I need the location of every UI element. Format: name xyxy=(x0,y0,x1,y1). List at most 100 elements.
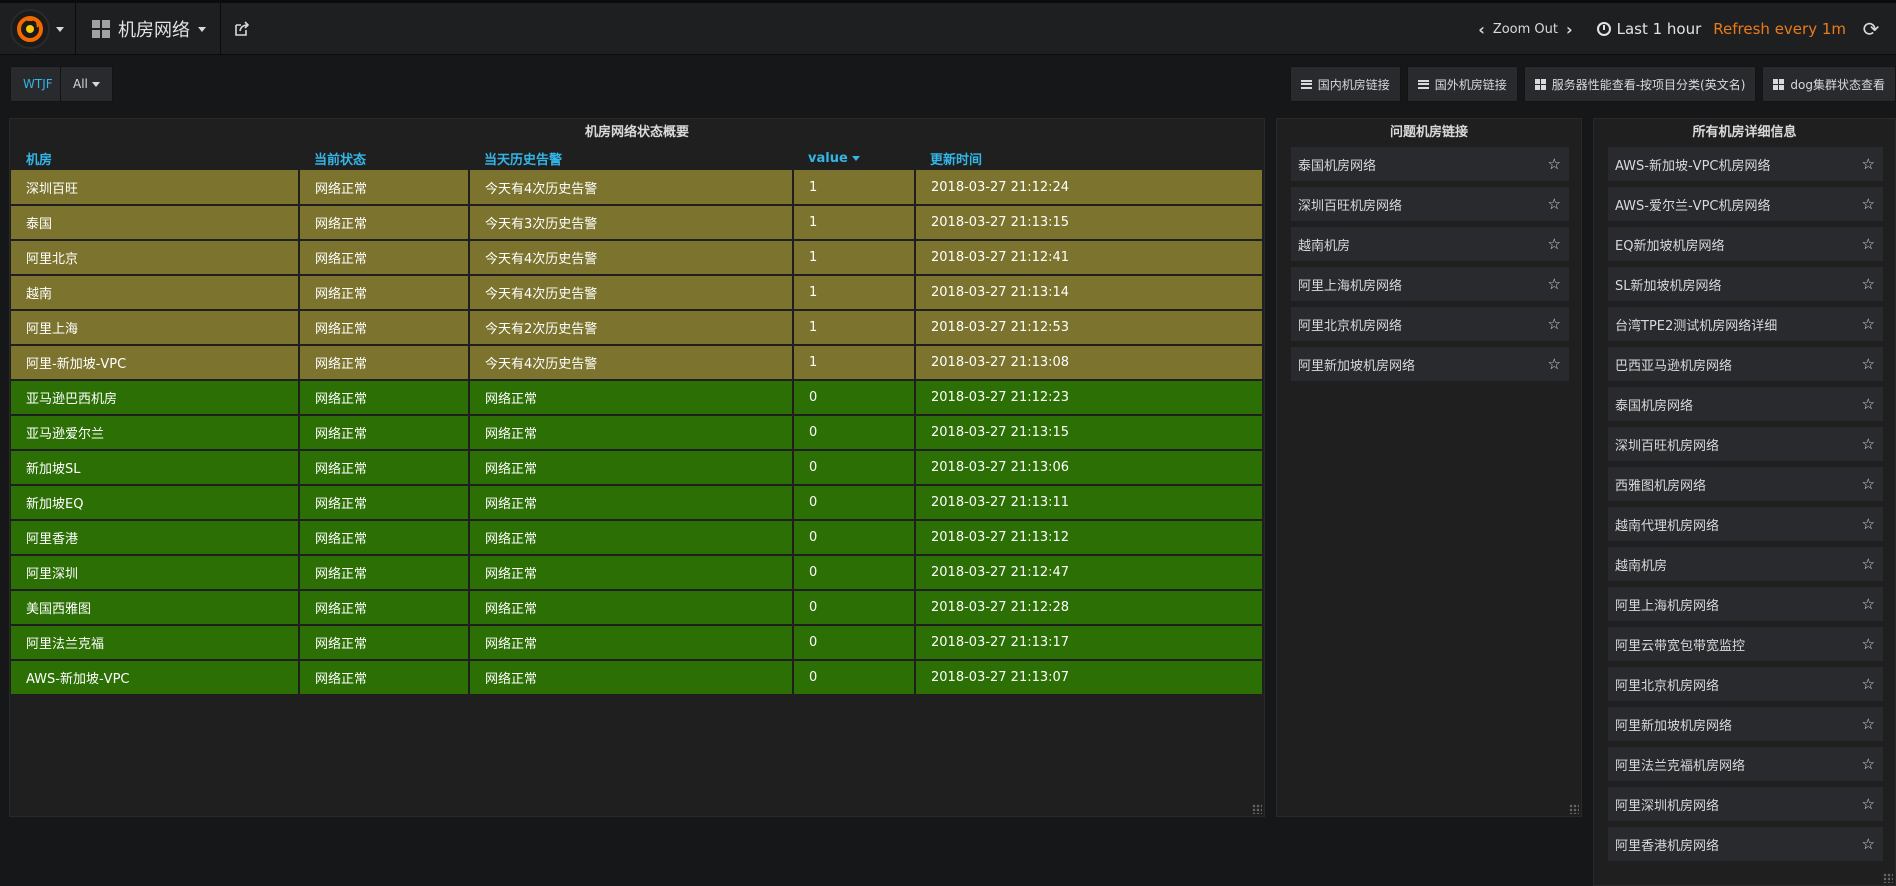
table-cell-value: 0 xyxy=(793,415,916,451)
column-header-value[interactable]: value xyxy=(793,147,915,170)
star-icon[interactable]: ☆ xyxy=(1862,635,1875,653)
table-cell-value: 1 xyxy=(793,275,916,311)
table-cell-time: 2018-03-27 21:12:28 xyxy=(915,590,1264,626)
dashboard-picker[interactable]: 机房网络 xyxy=(78,3,221,55)
dashboard-link-label: 阿里云带宽包带宽监控 xyxy=(1615,638,1746,654)
dashboard-list-item[interactable]: 阿里上海机房网络 ☆ xyxy=(1608,587,1883,621)
variable-dropdown[interactable]: All xyxy=(60,66,113,102)
chevron-down-icon xyxy=(91,81,100,87)
table-row: 亚马逊爱尔兰 网络正常 网络正常 0 2018-03-27 21:13:15 xyxy=(11,415,1264,451)
dashboard-list-item[interactable]: 泰国机房网络 ☆ xyxy=(1291,147,1569,181)
link-domestic-rooms[interactable]: 国内机房链接 xyxy=(1289,66,1401,102)
chevron-right-icon[interactable]: › xyxy=(1558,20,1581,39)
table-cell-state: 网络正常 xyxy=(299,660,470,696)
star-icon[interactable]: ☆ xyxy=(1548,275,1561,293)
panel-title[interactable]: 问题机房链接 xyxy=(1277,119,1581,147)
star-icon[interactable]: ☆ xyxy=(1862,155,1875,173)
refresh-interval[interactable]: Refresh every 1m xyxy=(1713,20,1846,38)
dashboard-link-label: 深圳百旺机房网络 xyxy=(1615,438,1720,454)
star-icon[interactable]: ☆ xyxy=(1862,755,1875,773)
share-button[interactable] xyxy=(222,3,262,55)
star-icon[interactable]: ☆ xyxy=(1862,675,1875,693)
star-icon[interactable]: ☆ xyxy=(1862,195,1875,213)
table-cell-room: 阿里上海 xyxy=(11,310,300,346)
resize-handle[interactable] xyxy=(1252,804,1262,814)
star-icon[interactable]: ☆ xyxy=(1548,195,1561,213)
dashboard-list-item[interactable]: 越南机房 ☆ xyxy=(1291,227,1569,261)
dashboard-list-item[interactable]: EQ新加坡机房网络 ☆ xyxy=(1608,227,1883,261)
star-icon[interactable]: ☆ xyxy=(1548,155,1561,173)
table-cell-state: 网络正常 xyxy=(299,415,470,451)
link-foreign-rooms[interactable]: 国外机房链接 xyxy=(1406,66,1518,102)
resize-handle[interactable] xyxy=(1883,873,1893,883)
dashboard-list-item[interactable]: 阿里深圳机房网络 ☆ xyxy=(1608,787,1883,821)
dashboard-list-item[interactable]: 阿里云带宽包带宽监控 ☆ xyxy=(1608,627,1883,661)
status-table: 机房 当前状态 当天历史告警 value 更新时间 深圳百旺 网络正常 今天有4次历… xyxy=(11,147,1264,696)
column-header[interactable]: 机房 xyxy=(11,147,299,170)
table-row: 阿里北京 网络正常 今天有4次历史告警 1 2018-03-27 21:12:41 xyxy=(11,240,1264,276)
zoom-out-button[interactable]: Zoom Out xyxy=(1493,22,1558,37)
table-row: 阿里-新加坡-VPC 网络正常 今天有4次历史告警 1 2018-03-27 21:13… xyxy=(11,345,1264,381)
dashboard-list-item[interactable]: 泰国机房网络 ☆ xyxy=(1608,387,1883,421)
refresh-icon[interactable]: ⟳ xyxy=(1846,17,1896,41)
dashboard-list-item[interactable]: 越南代理机房网络 ☆ xyxy=(1608,507,1883,541)
star-icon[interactable]: ☆ xyxy=(1862,275,1875,293)
star-icon[interactable]: ☆ xyxy=(1862,475,1875,493)
table-cell-alarm: 今天有4次历史告警 xyxy=(469,345,794,381)
chevron-left-icon[interactable]: ‹ xyxy=(1470,20,1493,39)
dashboard-list-item[interactable]: 阿里香港机房网络 ☆ xyxy=(1608,827,1883,861)
table-cell-room: 泰国 xyxy=(11,205,300,241)
star-icon[interactable]: ☆ xyxy=(1862,395,1875,413)
star-icon[interactable]: ☆ xyxy=(1862,715,1875,733)
star-icon[interactable]: ☆ xyxy=(1862,435,1875,453)
dashboard-list-item[interactable]: SL新加坡机房网络 ☆ xyxy=(1608,267,1883,301)
dashboard-list-item[interactable]: 阿里上海机房网络 ☆ xyxy=(1291,267,1569,301)
dashboard-list-item[interactable]: 深圳百旺机房网络 ☆ xyxy=(1608,427,1883,461)
time-range-picker[interactable]: Last 1 hour xyxy=(1596,20,1701,38)
table-row: 阿里深圳 网络正常 网络正常 0 2018-03-27 21:12:47 xyxy=(11,555,1264,591)
star-icon[interactable]: ☆ xyxy=(1548,355,1561,373)
resize-handle[interactable] xyxy=(1569,804,1579,814)
dashboard-list-item[interactable]: 阿里新加坡机房网络 ☆ xyxy=(1608,707,1883,741)
dashboard-list-item[interactable]: 西雅图机房网络 ☆ xyxy=(1608,467,1883,501)
dashboard-list-item[interactable]: 阿里北京机房网络 ☆ xyxy=(1608,667,1883,701)
dashboard-list-item[interactable]: 阿里北京机房网络 ☆ xyxy=(1291,307,1569,341)
star-icon[interactable]: ☆ xyxy=(1862,835,1875,853)
star-icon[interactable]: ☆ xyxy=(1862,315,1875,333)
dashboard-list-item[interactable]: 巴西亚马逊机房网络 ☆ xyxy=(1608,347,1883,381)
star-icon[interactable]: ☆ xyxy=(1862,235,1875,253)
column-header[interactable]: 当天历史告警 xyxy=(469,147,793,170)
column-header[interactable]: 更新时间 xyxy=(915,147,1263,170)
grafana-menu-button[interactable] xyxy=(0,3,76,55)
table-cell-value: 0 xyxy=(793,555,916,591)
column-header[interactable]: 当前状态 xyxy=(299,147,469,170)
link-dog-cluster[interactable]: dog集群状态查看 xyxy=(1762,66,1896,102)
table-cell-alarm: 网络正常 xyxy=(469,485,794,521)
star-icon[interactable]: ☆ xyxy=(1548,235,1561,253)
dashboard-link-label: 阿里上海机房网络 xyxy=(1298,278,1403,294)
table-cell-value: 1 xyxy=(793,240,916,276)
table-row: AWS-新加坡-VPC 网络正常 网络正常 0 2018-03-27 21:13:07 xyxy=(11,660,1264,696)
dashboard-list-item[interactable]: 越南机房 ☆ xyxy=(1608,547,1883,581)
table-cell-alarm: 今天有4次历史告警 xyxy=(469,275,794,311)
panel-title[interactable]: 机房网络状态概要 xyxy=(10,119,1264,147)
dashboard-list-item[interactable]: AWS-爱尔兰-VPC机房网络 ☆ xyxy=(1608,187,1883,221)
star-icon[interactable]: ☆ xyxy=(1548,315,1561,333)
dashboard-list-item[interactable]: 台湾TPE2测试机房网络详细 ☆ xyxy=(1608,307,1883,341)
dashboard-link-label: 越南机房 xyxy=(1615,558,1668,574)
dashboard-list-item[interactable]: AWS-新加坡-VPC机房网络 ☆ xyxy=(1608,147,1883,181)
star-icon[interactable]: ☆ xyxy=(1862,795,1875,813)
panel-title[interactable]: 所有机房详细信息 xyxy=(1594,119,1895,147)
dashboard-list-item[interactable]: 深圳百旺机房网络 ☆ xyxy=(1291,187,1569,221)
dashboard-list-item[interactable]: 阿里新加坡机房网络 ☆ xyxy=(1291,347,1569,381)
star-icon[interactable]: ☆ xyxy=(1862,555,1875,573)
table-cell-room: 亚马逊巴西机房 xyxy=(11,380,300,416)
star-icon[interactable]: ☆ xyxy=(1862,355,1875,373)
link-server-performance[interactable]: 服务器性能查看-按项目分类(英文名) xyxy=(1523,66,1757,102)
star-icon[interactable]: ☆ xyxy=(1862,515,1875,533)
dashboard-list-item[interactable]: 阿里法兰克福机房网络 ☆ xyxy=(1608,747,1883,781)
star-icon[interactable]: ☆ xyxy=(1862,595,1875,613)
dashboard-link-label: 巴西亚马逊机房网络 xyxy=(1615,358,1733,374)
table-cell-time: 2018-03-27 21:13:06 xyxy=(915,450,1264,486)
table-cell-value: 0 xyxy=(793,485,916,521)
